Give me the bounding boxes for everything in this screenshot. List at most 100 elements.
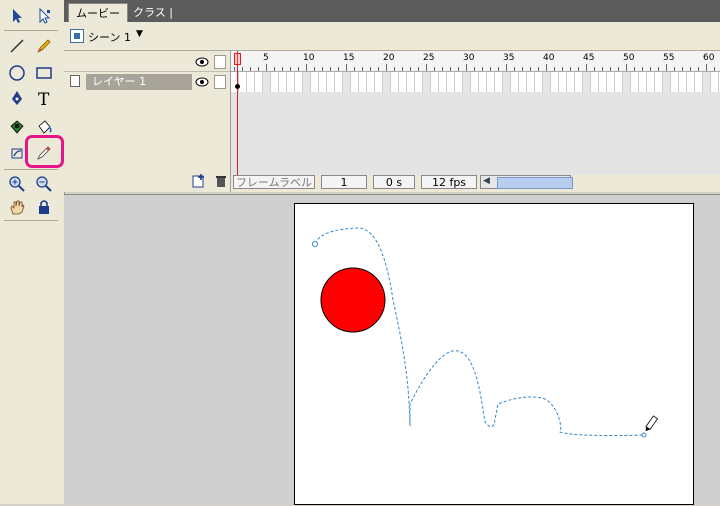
scene-label[interactable]: シーン 1 (88, 29, 131, 45)
frame-cell-marker (543, 72, 550, 92)
path-end-point[interactable] (641, 432, 647, 438)
scene-bar: シーン 1 ▼ (64, 22, 720, 51)
ruler-tick (418, 67, 419, 71)
arrow-icon[interactable] (5, 4, 29, 28)
ruler-tick (682, 67, 683, 71)
ruler-tick (498, 67, 499, 71)
lock-icon[interactable] (32, 195, 56, 219)
ruler-tick (538, 67, 539, 71)
zoom-out-icon[interactable] (32, 172, 56, 196)
ruler-tick (666, 64, 667, 71)
timeline-status-bar: フレームラベル 1 0 s 12 fps ◀ (231, 175, 720, 192)
pen-icon[interactable] (5, 86, 29, 110)
ruler-tick (434, 67, 435, 71)
layer-lock-box[interactable] (214, 75, 226, 89)
pencil-icon[interactable] (32, 34, 56, 58)
ruler-tick (650, 67, 651, 71)
line-icon[interactable] (5, 34, 29, 58)
layer-buttons (192, 174, 228, 188)
ruler-tick (610, 67, 611, 71)
ruler-tick (506, 64, 507, 71)
ruler-tick (634, 67, 635, 71)
ruler-tick (306, 64, 307, 71)
ruler-tick (690, 67, 691, 71)
ruler-tick (554, 67, 555, 71)
oval-icon[interactable] (5, 61, 29, 85)
ruler-tick (530, 67, 531, 71)
ruler-label: 40 (543, 53, 555, 63)
ruler-tick (466, 64, 467, 71)
scroll-thumb[interactable] (497, 177, 573, 189)
trash-icon[interactable] (214, 174, 228, 188)
ruler-label: 45 (583, 53, 595, 63)
scroll-left-icon[interactable]: ◀ (483, 176, 490, 186)
layers-panel: レイヤー 1 (64, 51, 231, 192)
scene-icon (70, 29, 84, 43)
layer-eye-icon[interactable] (194, 75, 210, 89)
subselect-icon[interactable] (32, 4, 56, 28)
frame-cell-marker (303, 72, 310, 92)
path-start-point[interactable] (312, 241, 318, 247)
frame-cell-marker (703, 72, 710, 92)
ruler-tick (570, 67, 571, 71)
playhead[interactable] (237, 51, 238, 175)
ruler-tick (546, 64, 547, 71)
ruler-tick (234, 67, 235, 71)
frame-ruler[interactable]: 5 10 15 20 25 30 35 40 45 50 55 60 (231, 51, 720, 72)
frame-label-box: フレームラベル (233, 175, 315, 189)
tab-movie[interactable]: ムービー (68, 3, 128, 23)
frame-rate[interactable]: 12 fps (421, 175, 477, 189)
frame-cell-marker (263, 72, 270, 92)
frame-cell-marker (623, 72, 630, 92)
frame-cell-marker (423, 72, 430, 92)
tab-class[interactable]: クラス | (126, 3, 180, 22)
ruler-tick (450, 67, 451, 71)
ruler-tick (354, 67, 355, 71)
frame-cell-marker (503, 72, 510, 92)
ruler-tick (258, 67, 259, 71)
eye-icon[interactable] (194, 55, 210, 69)
ruler-tick (522, 67, 523, 71)
ruler-tick (490, 67, 491, 71)
zoom-in-icon[interactable] (5, 172, 29, 196)
ruler-tick (314, 67, 315, 71)
keyframe[interactable] (235, 84, 240, 89)
ruler-tick (298, 67, 299, 71)
frames-panel[interactable]: 5 10 15 20 25 30 35 40 45 50 55 60 (231, 51, 720, 175)
chevron-down-icon[interactable]: ▼ (136, 29, 143, 39)
rectangle-icon[interactable] (32, 61, 56, 85)
playhead-handle[interactable] (234, 53, 241, 65)
lock-column-box[interactable] (214, 55, 226, 69)
frame-row[interactable] (231, 72, 720, 92)
ruler-tick (474, 67, 475, 71)
stage-canvas[interactable] (294, 203, 694, 505)
ruler-label: 50 (623, 53, 635, 63)
ruler-tick (586, 64, 587, 71)
ruler-tick (242, 67, 243, 71)
elapsed-time: 0 s (373, 175, 415, 189)
ruler-tick (578, 67, 579, 71)
hand-icon[interactable] (5, 195, 29, 219)
add-layer-icon[interactable] (192, 174, 206, 188)
ink-bottle-icon[interactable] (5, 115, 29, 139)
ruler-tick (426, 64, 427, 71)
frame-cell-marker (463, 72, 470, 92)
frame-cell-marker (583, 72, 590, 92)
document-tabs: ムービー クラス | (64, 0, 720, 23)
red-circle[interactable] (320, 267, 386, 333)
timeline-scrollbar[interactable]: ◀ (480, 175, 573, 189)
motion-guide-path[interactable] (315, 227, 646, 437)
ruler-tick (618, 67, 619, 71)
ruler-tick (386, 64, 387, 71)
layer-row[interactable]: レイヤー 1 (64, 72, 230, 92)
ruler-tick (274, 67, 275, 71)
ruler-tick (626, 64, 627, 71)
layer-name[interactable]: レイヤー 1 (86, 74, 192, 90)
ruler-tick (698, 67, 699, 71)
ruler-label: 10 (303, 53, 315, 63)
ruler-label: 35 (503, 53, 515, 63)
text-icon[interactable]: T (32, 86, 56, 110)
ruler-tick (346, 64, 347, 71)
pencil-cursor-icon (645, 415, 659, 432)
frame-cell-marker (343, 72, 350, 92)
